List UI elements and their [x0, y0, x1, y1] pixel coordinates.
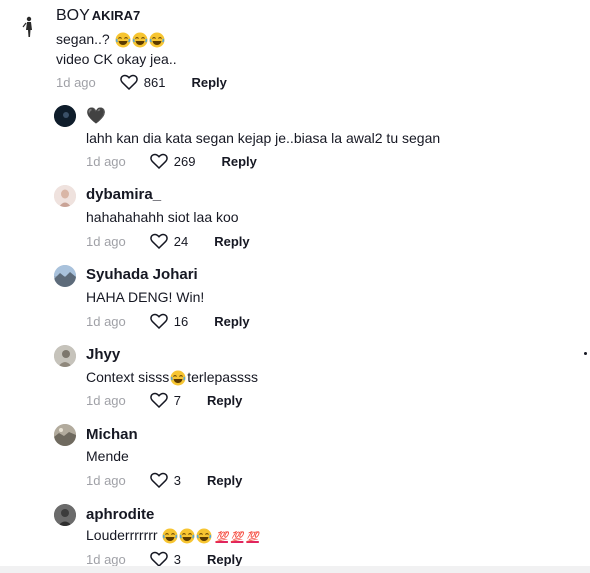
like-button[interactable]: 861: [119, 74, 166, 90]
comment-username[interactable]: aphrodite: [86, 506, 154, 523]
comment-date: 1d ago: [86, 233, 126, 249]
comment-text: Context sisss terlepassss: [86, 369, 259, 386]
hundred-points-icon: 💯: [215, 532, 228, 543]
avatar[interactable]: [54, 105, 76, 127]
reply-button[interactable]: Reply: [191, 75, 226, 90]
avatar[interactable]: [54, 345, 76, 367]
heart-icon: [119, 74, 138, 90]
comment-username[interactable]: Jhyy: [86, 346, 120, 363]
laughing-emoji-icon: [170, 370, 186, 386]
like-button[interactable]: 24: [149, 233, 189, 249]
avatar[interactable]: [54, 504, 76, 526]
avatar-image-icon: [54, 504, 76, 526]
laughing-emoji-icon: [162, 528, 178, 544]
comment-username[interactable]: 🖤: [86, 106, 106, 126]
scroll-indicator-dot: [584, 352, 587, 355]
person-silhouette-icon: [22, 16, 32, 37]
comment-date: 1d ago: [86, 313, 126, 329]
comment-text: Louderrrrrrr 💯 💯 💯: [86, 527, 259, 544]
comment-5: Jhyy Context sisss terlepassss 1d ago 7 R…: [0, 340, 580, 420]
comment-date: 1d ago: [86, 551, 126, 567]
laughing-emoji-icon: [115, 32, 131, 48]
like-button[interactable]: 3: [149, 551, 181, 567]
comment-username[interactable]: Syuhada Johari: [86, 266, 198, 283]
comment-text: lahh kan dia kata segan kejap je..biasa …: [86, 130, 441, 146]
comment-meta: 1d ago 24 Reply: [86, 233, 250, 249]
comment-date: 1d ago: [86, 392, 126, 408]
like-count: 861: [143, 74, 166, 90]
avatar[interactable]: [54, 265, 76, 287]
comment-text-line-2: video CK okay jea..: [56, 51, 177, 67]
comment-4: Syuhada Johari HAHA DENG! Win! 1d ago 16…: [0, 260, 590, 340]
heart-icon: [149, 313, 168, 329]
laughing-emoji-icon: [179, 528, 195, 544]
laughing-emoji-icon: [132, 32, 148, 48]
like-count: 16: [173, 313, 189, 329]
reply-button[interactable]: Reply: [214, 234, 249, 249]
comment-meta: 1d ago 3 Reply: [86, 551, 242, 567]
avatar-image-icon: [54, 265, 76, 287]
avatar-image-icon: [54, 345, 76, 367]
comment-date: 1d ago: [86, 472, 126, 488]
like-button[interactable]: 3: [149, 472, 181, 488]
avatar[interactable]: [16, 13, 42, 39]
avatar[interactable]: [54, 185, 76, 207]
reply-button[interactable]: Reply: [221, 154, 256, 169]
comment-text: HAHA DENG! Win!: [86, 289, 205, 305]
like-count: 3: [173, 551, 181, 567]
comment-6: Michan Mende 1d ago 3 Reply: [0, 420, 590, 500]
hundred-points-icon: 💯: [246, 532, 259, 543]
comment-username[interactable]: dybamira_: [86, 186, 161, 203]
heart-icon: [149, 233, 168, 249]
hundred-points-icon: 💯: [230, 532, 244, 543]
comment-1: BOY AKIRA7 segan..? video CK okay jea.. 1…: [0, 0, 590, 100]
heart-icon: [149, 153, 168, 169]
like-count: 3: [173, 472, 181, 488]
comment-meta: 1d ago 16 Reply: [86, 313, 250, 329]
heart-icon: [149, 392, 168, 408]
comment-meta: 1d ago 7 Reply: [86, 392, 242, 408]
avatar-image-icon: [54, 185, 76, 207]
comment-text: hahahahahh siot laa koo: [86, 209, 239, 225]
comment-username[interactable]: BOY AKIRA7: [56, 7, 140, 25]
bottom-divider: [0, 566, 590, 573]
like-count: 24: [173, 233, 189, 249]
like-button[interactable]: 7: [149, 392, 181, 408]
like-button[interactable]: 16: [149, 313, 189, 329]
like-count: 269: [173, 153, 196, 169]
reply-button[interactable]: Reply: [214, 314, 249, 329]
heart-icon: [149, 551, 168, 567]
heart-icon: [149, 472, 168, 488]
comment-date: 1d ago: [86, 153, 126, 169]
like-button[interactable]: 269: [149, 153, 196, 169]
avatar-image-icon: [54, 105, 76, 127]
comment-username[interactable]: Michan: [86, 426, 138, 443]
comment-2: 🖤 lahh kan dia kata segan kejap je..bias…: [0, 100, 590, 180]
laughing-emoji-icon: [196, 528, 212, 544]
comment-meta: 1d ago 269 Reply: [86, 153, 257, 169]
avatar[interactable]: [54, 424, 76, 446]
reply-button[interactable]: Reply: [207, 393, 242, 408]
comment-text: Mende: [86, 448, 129, 464]
comment-meta: 1d ago 3 Reply: [86, 472, 242, 488]
avatar-image-icon: [54, 424, 76, 446]
like-count: 7: [173, 392, 181, 408]
laughing-emoji-icon: [149, 32, 165, 48]
reply-button[interactable]: Reply: [207, 473, 242, 488]
reply-button[interactable]: Reply: [207, 552, 242, 567]
comment-3: dybamira_ hahahahahh siot laa koo 1d ago…: [0, 180, 590, 260]
comment-date: 1d ago: [56, 74, 96, 90]
comment-7: aphrodite Louderrrrrrr 💯 💯 💯 1d ago 3 Repl…: [0, 500, 590, 573]
comment-text: segan..?: [56, 31, 165, 48]
comment-meta: 1d ago 861 Reply: [56, 74, 227, 90]
